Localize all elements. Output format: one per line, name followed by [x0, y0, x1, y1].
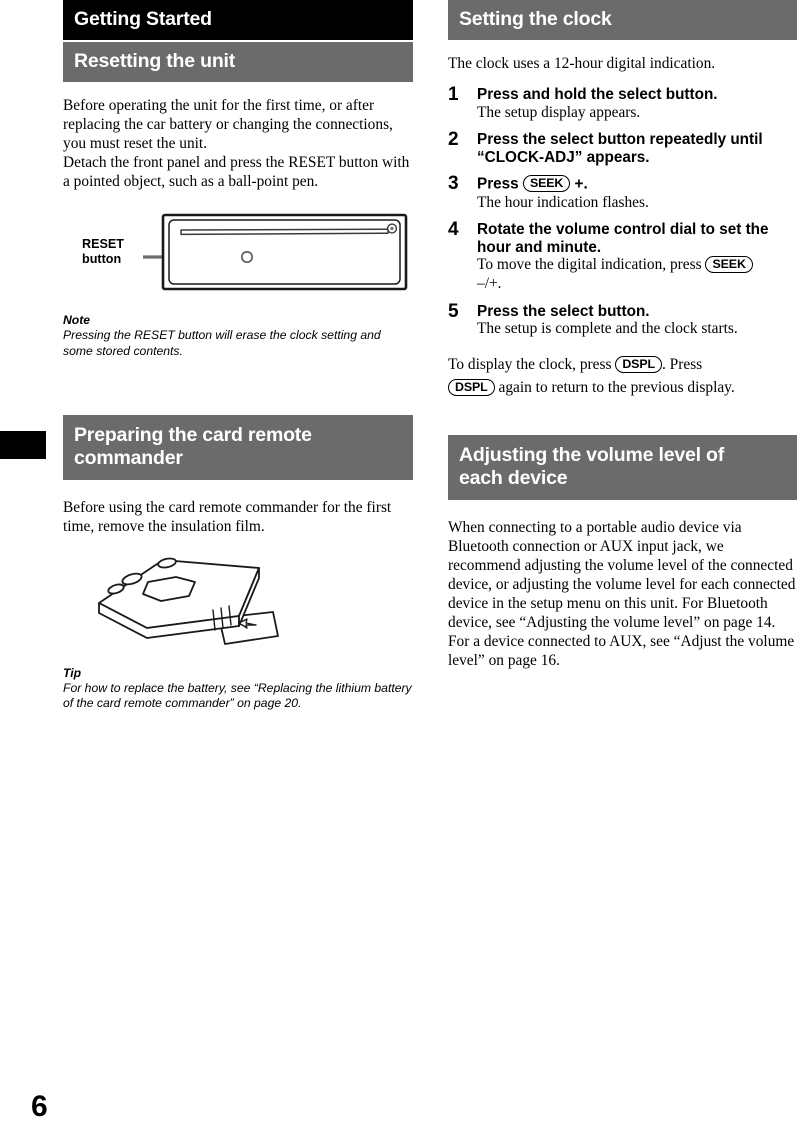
note-block: Note Pressing the RESET button will eras…: [63, 313, 413, 358]
card-remote-commander-illustration: [98, 557, 279, 645]
intro-paragraph: Before operating the unit for the first …: [63, 97, 410, 191]
figure-card-remote: [63, 546, 413, 654]
seek-button-graphic: SEEK: [522, 175, 571, 193]
step-number: 5: [448, 300, 459, 322]
left-column: Getting Started Resetting the unit Befor…: [63, 0, 413, 711]
section-heading-setting-clock: Setting the clock: [448, 0, 797, 40]
step-description: The setup is complete and the clock star…: [477, 320, 738, 338]
card-remote-paragraph: Before using the card remote commander f…: [63, 498, 392, 535]
step-number: 4: [448, 219, 459, 241]
tip-heading: Tip: [63, 666, 82, 681]
display-text-mid: . Press: [661, 355, 703, 373]
step-item: 5 Press the select button. The setup is …: [448, 300, 797, 339]
section-heading-volume-level: Adjusting the volume level of each devic…: [448, 434, 797, 500]
display-clock-paragraph: To display the clock, press DSPL. Press D…: [448, 353, 797, 399]
section-heading-resetting: Resetting the unit: [63, 42, 413, 82]
step-description: The hour indication flashes.: [477, 193, 649, 211]
head-unit-chassis-illustration: [143, 214, 408, 291]
chapter-heading: Getting Started: [63, 0, 413, 40]
tip-block: Tip For how to replace the battery, see …: [63, 666, 413, 711]
section-heading-card-remote: Preparing the card remote commander: [63, 414, 413, 480]
step-item: 4 Rotate the volume control dial to set …: [448, 219, 797, 293]
display-text-pre: To display the clock, press: [448, 355, 616, 373]
clock-intro-paragraph: The clock uses a 12-hour digital indicat…: [448, 55, 716, 72]
step-title: Press the select button.: [477, 302, 650, 320]
dspl-button-graphic: DSPL: [615, 355, 662, 373]
step-number: 2: [448, 129, 459, 151]
step-number: 3: [448, 173, 459, 195]
step-item: 2 Press the select button repeatedly unt…: [448, 129, 797, 166]
tip-text: For how to replace the battery, see “Rep…: [63, 681, 412, 711]
right-column: Setting the clock The clock uses a 12-ho…: [448, 0, 797, 670]
step-number: 1: [448, 84, 459, 106]
note-text: Pressing the RESET button will erase the…: [63, 328, 381, 358]
page-number: 6: [31, 1090, 48, 1123]
volume-level-paragraph: When connecting to a portable audio devi…: [448, 518, 796, 670]
seek-button-graphic: SEEK: [705, 256, 753, 274]
step-title: Press the select button repeatedly until…: [477, 131, 763, 166]
dspl-button-graphic: DSPL: [448, 378, 495, 396]
step-title-text-post: +.: [570, 175, 588, 193]
step-description: To move the digital indication, press SE…: [477, 256, 797, 293]
figure-reset-unit: RESET button: [63, 209, 413, 301]
step-title: Press SEEK +.: [477, 175, 797, 193]
manual-page: Getting Started Resetting the unit Befor…: [0, 0, 797, 1142]
step-desc-text-post: –/+.: [477, 274, 502, 292]
chapter-tab-marker: [0, 431, 46, 459]
step-desc-text-pre: To move the digital indication, press: [477, 256, 706, 274]
note-heading: Note: [63, 313, 91, 328]
step-title-text-pre: Press: [477, 175, 523, 193]
step-description: The setup display appears.: [477, 103, 641, 121]
step-item: 1 Press and hold the select button. The …: [448, 84, 797, 122]
step-title: Press and hold the select button.: [477, 86, 718, 104]
step-item: 3 Press SEEK +. The hour indication flas…: [448, 173, 797, 212]
step-title: Rotate the volume control dial to set th…: [477, 221, 769, 256]
display-text-post: again to return to the previous display.: [494, 378, 735, 396]
